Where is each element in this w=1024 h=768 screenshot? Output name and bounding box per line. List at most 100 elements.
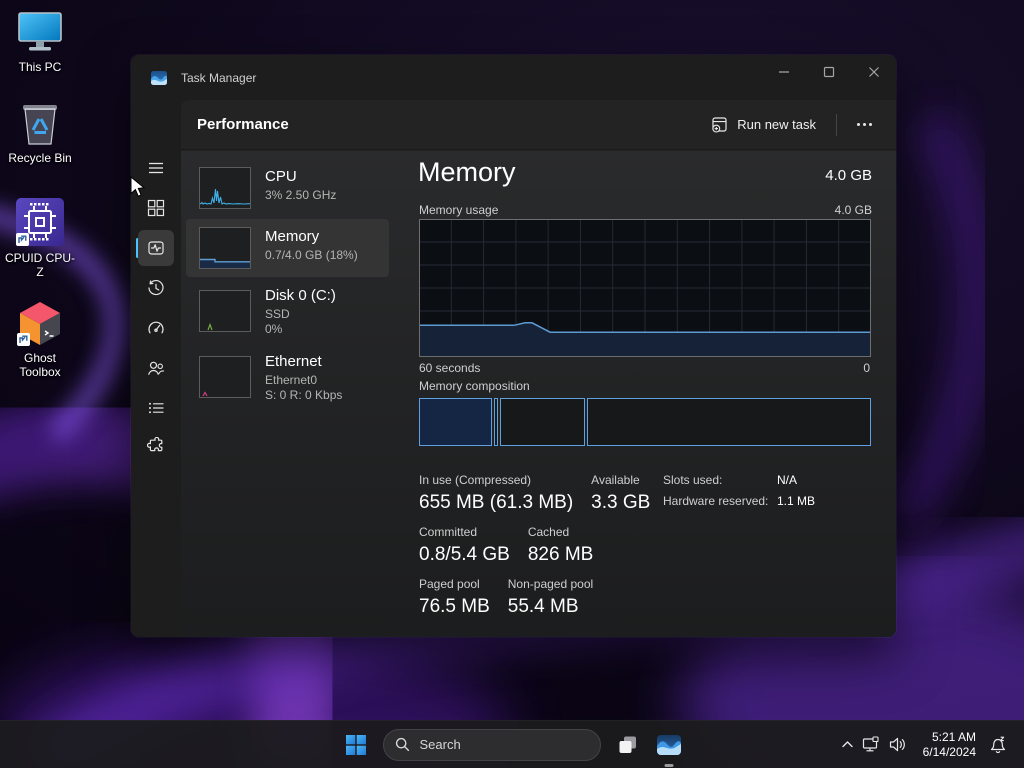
shortcut-arrow-icon	[16, 233, 29, 246]
close-button[interactable]	[851, 55, 896, 89]
stat-cached: Cached 826 MB	[528, 525, 593, 566]
more-options-button[interactable]	[847, 115, 882, 134]
maximize-button[interactable]	[806, 55, 851, 89]
run-new-task-button[interactable]: Run new task	[701, 110, 826, 139]
hardware-reserved-label: Hardware reserved:	[663, 494, 777, 508]
stat-non-paged-pool: Non-paged pool 55.4 MB	[508, 577, 593, 618]
desktop-icon-cpuz[interactable]: CPUID CPU-Z	[2, 197, 78, 279]
sidebar-item-users[interactable]	[138, 350, 174, 386]
stat-available: Available 3.3 GB	[591, 473, 650, 514]
this-pc-icon	[16, 10, 64, 56]
more-options-icon	[857, 123, 860, 126]
network-tray-button[interactable]	[859, 731, 885, 759]
sidebar-item-app-history[interactable]	[138, 270, 174, 306]
memory-title: Memory	[418, 157, 516, 188]
perf-list-item-memory[interactable]: Memory 0.7/4.0 GB (18%)	[186, 219, 389, 277]
volume-tray-button[interactable]	[885, 731, 911, 759]
perf-item-sub: 0%	[265, 322, 282, 336]
start-button[interactable]	[342, 731, 370, 759]
taskbar-clock[interactable]: 5:21 AM 6/14/2024	[923, 730, 976, 760]
perf-item-sub: 0.7/4.0 GB (18%)	[265, 248, 358, 262]
slots-used-label: Slots used:	[663, 473, 777, 487]
content-card: Performance Run new task	[181, 100, 896, 637]
memory-composition-label: Memory composition	[419, 379, 530, 393]
memory-usage-chart[interactable]	[419, 219, 871, 357]
composition-segment-standby[interactable]	[500, 398, 585, 446]
perf-list-item-disk[interactable]: Disk 0 (C:) SSD 0%	[186, 282, 389, 348]
composition-segment-modified[interactable]	[494, 398, 498, 446]
shortcut-arrow-icon	[17, 333, 30, 346]
desktop-icon-label: This PC	[19, 60, 62, 74]
memory-usage-label: Memory usage	[419, 203, 498, 217]
details-icon	[147, 399, 165, 417]
perf-list-item-ethernet[interactable]: Ethernet Ethernet0 S: 0 R: 0 Kbps	[186, 348, 389, 414]
perf-list-item-cpu[interactable]: CPU 3% 2.50 GHz	[186, 159, 389, 217]
sidebar-item-services[interactable]	[138, 428, 174, 464]
memory-stats: In use (Compressed) 655 MB (61.3 MB) Ava…	[419, 473, 650, 618]
perf-item-sub: 3% 2.50 GHz	[265, 188, 336, 202]
tray-chevron-button[interactable]	[837, 731, 859, 759]
perf-item-name: Memory	[265, 228, 319, 245]
composition-segment-free[interactable]	[587, 398, 871, 446]
recycle-bin-icon	[17, 97, 63, 147]
cpu-sparkline	[199, 167, 251, 209]
windows-logo-icon	[344, 733, 368, 757]
services-icon	[147, 437, 165, 455]
desktop-icon-recycle-bin[interactable]: Recycle Bin	[2, 97, 78, 165]
active-app-indicator	[664, 764, 673, 767]
chart-x-axis-right: 0	[863, 361, 870, 375]
hardware-reserved-value: 1.1 MB	[777, 494, 815, 508]
memory-hardware-details: Slots used: N/A Hardware reserved: 1.1 M…	[663, 473, 815, 508]
task-view-icon	[617, 734, 639, 756]
composition-segment-in-use[interactable]	[419, 398, 492, 446]
perf-item-name: Disk 0 (C:)	[265, 287, 336, 304]
users-icon	[147, 359, 165, 377]
desktop-icon-ghost-toolbox[interactable]: Ghost Toolbox	[2, 299, 78, 379]
sidebar-item-startup-apps[interactable]	[138, 310, 174, 346]
task-manager-app-icon	[151, 70, 167, 86]
minimize-button[interactable]	[761, 55, 806, 89]
page-header: Performance Run new task	[181, 100, 896, 150]
close-icon	[868, 66, 880, 78]
desktop-icon-label: CPUID CPU-Z	[2, 251, 78, 279]
mouse-cursor	[130, 176, 146, 198]
perf-item-sub: S: 0 R: 0 Kbps	[265, 388, 342, 402]
processes-icon	[147, 199, 165, 217]
speaker-icon	[888, 735, 907, 754]
startup-apps-icon	[147, 319, 165, 337]
sidebar-item-details[interactable]	[138, 390, 174, 426]
memory-capacity: 4.0 GB	[825, 167, 872, 184]
hamburger-icon	[147, 159, 165, 177]
run-new-task-label: Run new task	[737, 117, 816, 132]
minimize-icon	[778, 66, 790, 78]
sidebar-item-performance[interactable]	[138, 230, 174, 266]
do-not-disturb-bell-icon	[988, 735, 1008, 755]
titlebar[interactable]: Task Manager	[131, 55, 896, 100]
clock-time: 5:21 AM	[923, 730, 976, 745]
notification-center-button[interactable]	[986, 731, 1010, 759]
stat-in-use: In use (Compressed) 655 MB (61.3 MB)	[419, 473, 573, 514]
taskbar-search[interactable]: Search	[383, 729, 601, 761]
chevron-up-icon	[841, 738, 854, 751]
memory-detail-panel: Memory 4.0 GB Memory usage 4.0 GB 60 sec…	[418, 151, 872, 637]
taskbar: Search	[0, 720, 1024, 768]
clock-date: 6/14/2024	[923, 745, 976, 760]
desktop-icon-this-pc[interactable]: This PC	[2, 10, 78, 74]
disk-sparkline	[199, 290, 251, 332]
task-view-button[interactable]	[614, 731, 642, 759]
taskbar-task-manager-button[interactable]	[655, 731, 683, 759]
memory-composition-bar[interactable]	[419, 398, 871, 446]
desktop-icon-label: Recycle Bin	[8, 151, 71, 165]
stat-committed: Committed 0.8/5.4 GB	[419, 525, 510, 566]
performance-icon	[147, 239, 165, 257]
search-icon	[395, 737, 410, 752]
run-new-task-icon	[711, 116, 728, 133]
ethernet-sparkline	[199, 356, 251, 398]
stat-paged-pool: Paged pool 76.5 MB	[419, 577, 490, 618]
maximize-icon	[823, 66, 835, 78]
slots-used-value: N/A	[777, 473, 815, 487]
window-title: Task Manager	[181, 71, 256, 85]
perf-item-sub: SSD	[265, 307, 290, 321]
page-title: Performance	[197, 116, 289, 133]
chart-x-axis-left: 60 seconds	[419, 361, 480, 375]
